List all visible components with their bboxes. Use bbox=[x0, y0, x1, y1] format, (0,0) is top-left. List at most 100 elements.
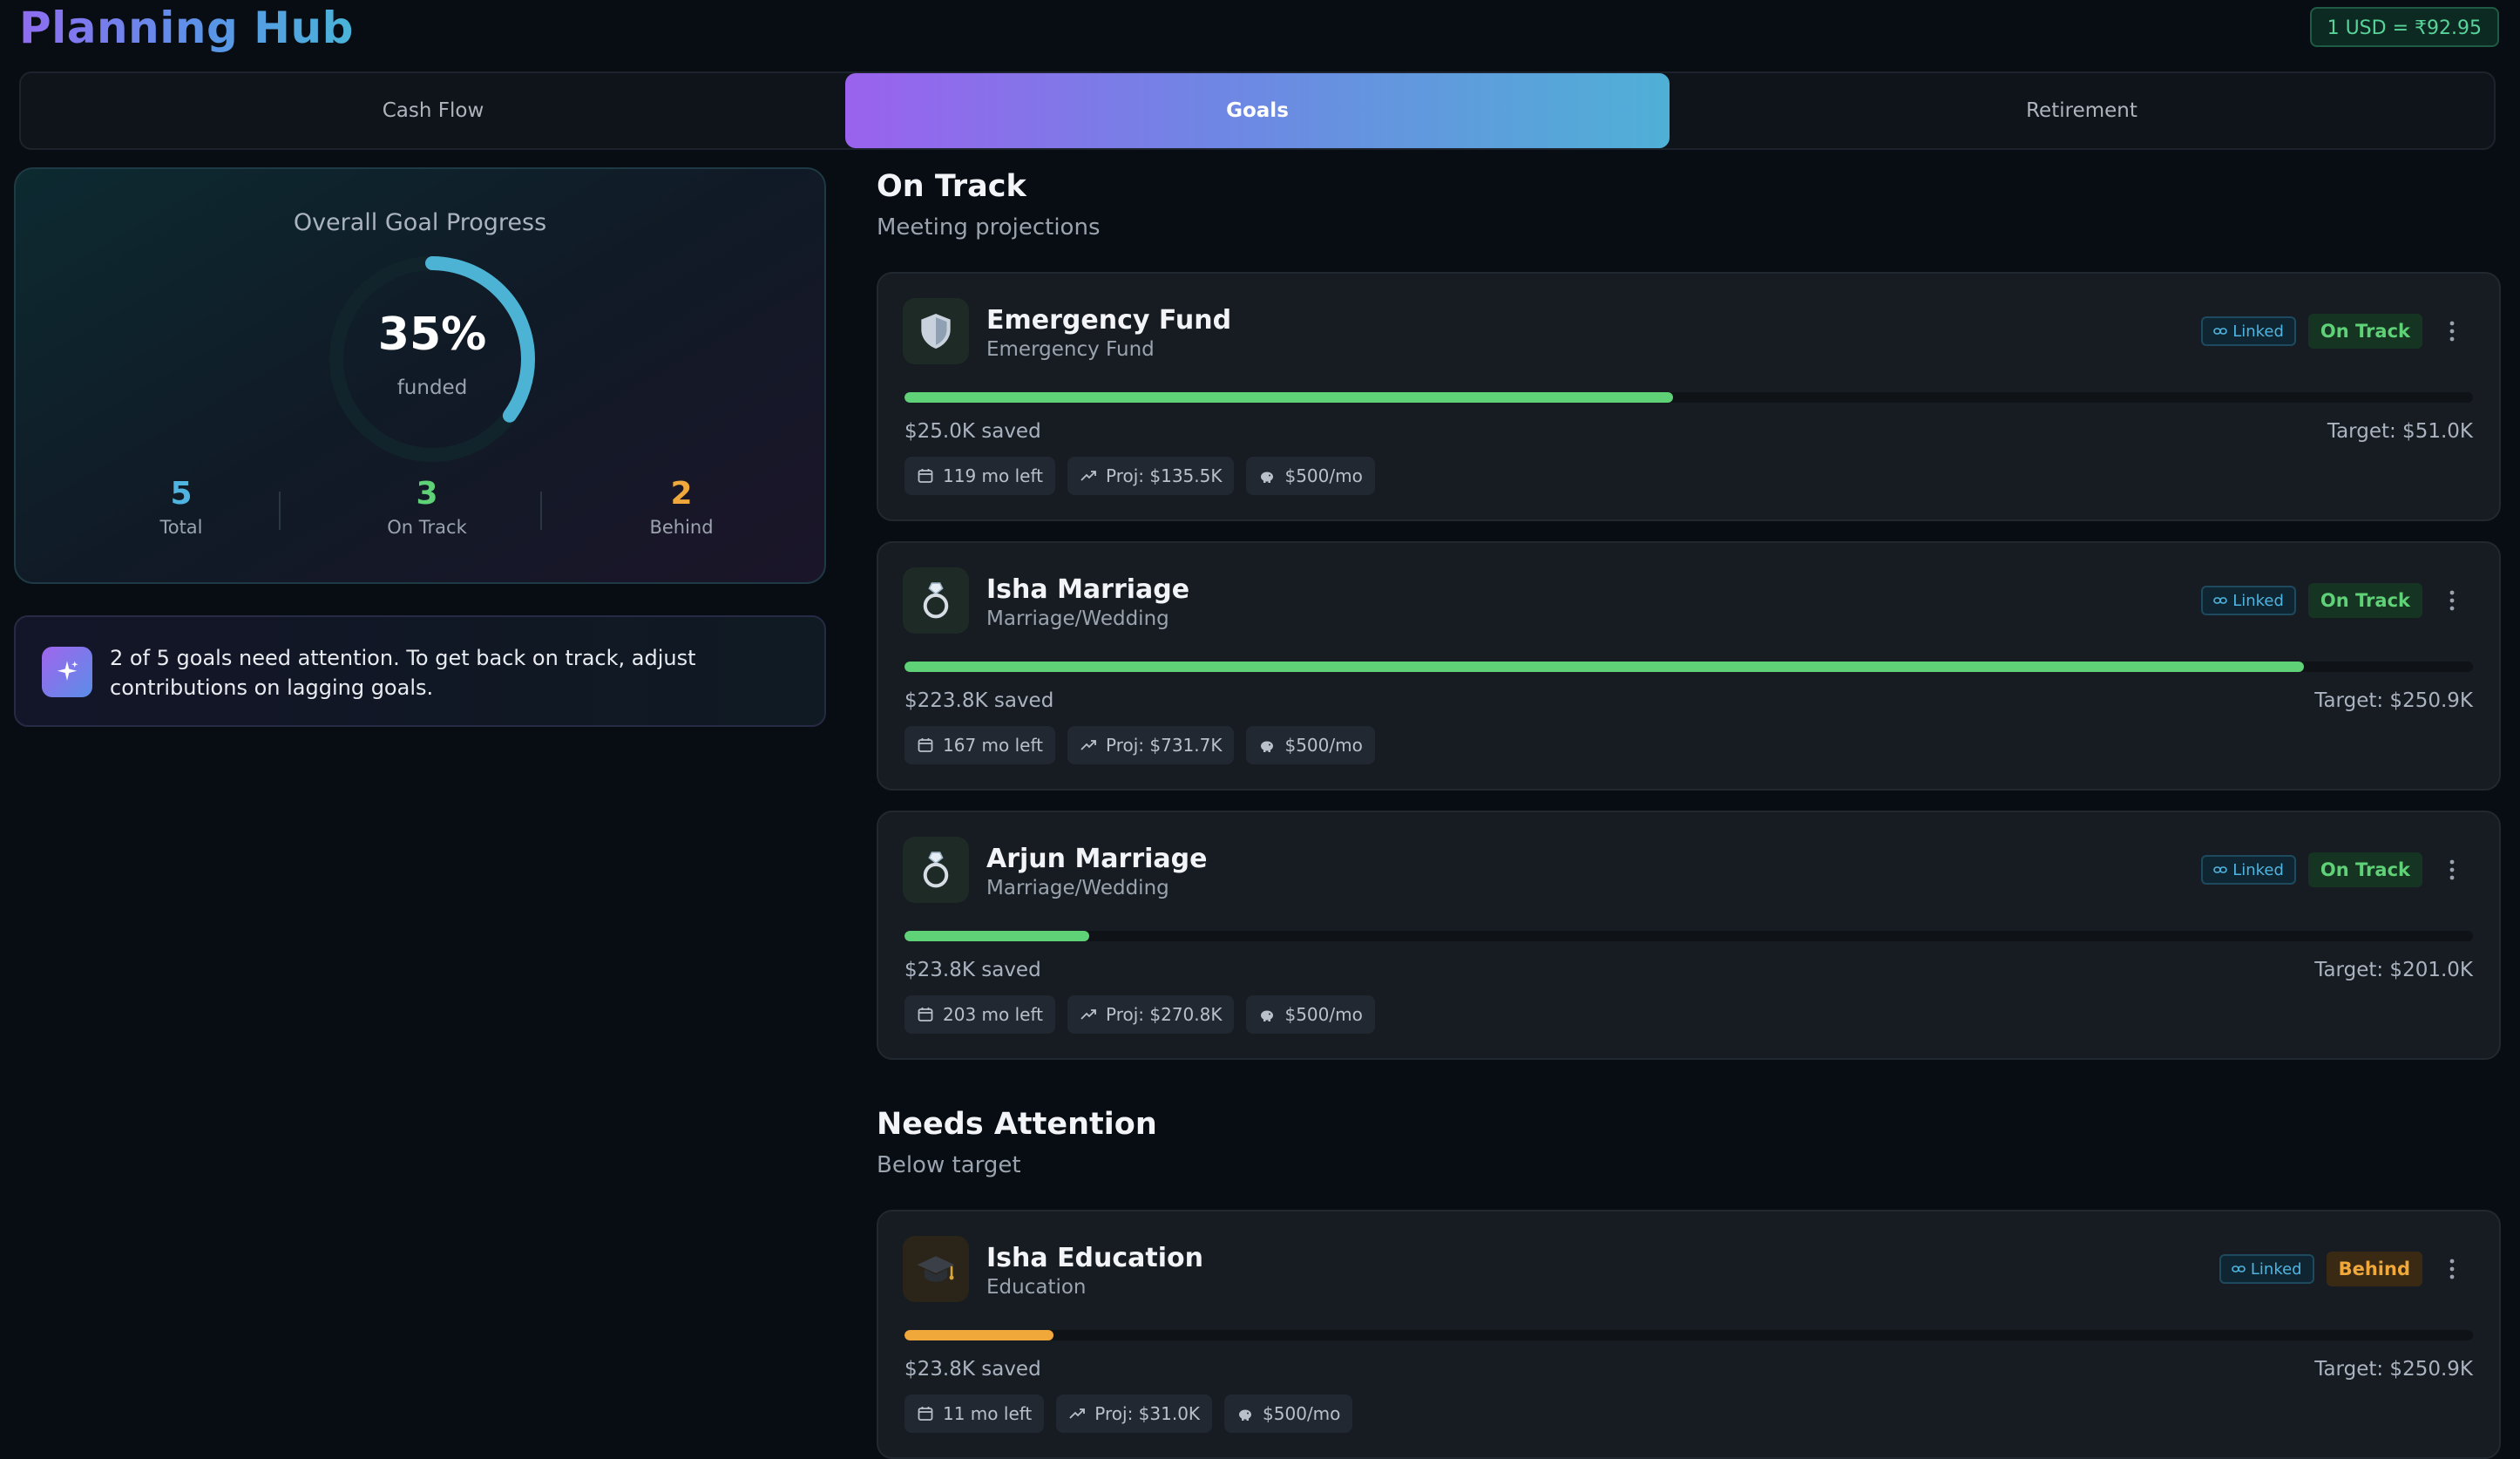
more-options-icon[interactable] bbox=[2435, 314, 2469, 349]
goal-chips: 203 mo left Proj: $270.8K $500/mo bbox=[904, 995, 1375, 1034]
tab-retirement[interactable]: Retirement bbox=[1670, 73, 2494, 148]
monthly-contribution: $500/mo bbox=[1284, 465, 1363, 486]
status-badge: Behind bbox=[2326, 1252, 2422, 1286]
goal-target: Target: $250.9K bbox=[2314, 689, 2473, 712]
monthly-contribution-chip: $500/mo bbox=[1246, 457, 1375, 495]
months-left: 203 mo left bbox=[943, 1004, 1043, 1025]
goal-target: Target: $250.9K bbox=[2314, 1358, 2473, 1381]
goal-actions: Linked Behind bbox=[2219, 1252, 2469, 1286]
goal-name: Emergency Fund bbox=[986, 305, 1232, 336]
stat-on-track: 3 On Track bbox=[340, 476, 514, 538]
ring-icon bbox=[903, 567, 969, 634]
ring-icon bbox=[903, 837, 969, 903]
tab-bar: Cash Flow Goals Retirement bbox=[19, 71, 2496, 150]
goal-chips: 167 mo left Proj: $731.7K $500/mo bbox=[904, 726, 1375, 764]
insight-text: 2 of 5 goals need attention. To get back… bbox=[110, 646, 696, 700]
goal-target: Target: $51.0K bbox=[2327, 420, 2473, 443]
monthly-contribution-chip: $500/mo bbox=[1224, 1395, 1353, 1433]
more-options-icon[interactable] bbox=[2435, 852, 2469, 887]
section-subtitle-needs-attention: Below target bbox=[877, 1152, 1021, 1178]
linked-label: Linked bbox=[2232, 591, 2284, 610]
months-left-chip: 167 mo left bbox=[904, 726, 1055, 764]
calendar-icon bbox=[918, 738, 933, 752]
goal-name: Arjun Marriage bbox=[986, 844, 1208, 874]
trending-up-icon bbox=[1069, 1408, 1086, 1419]
stat-total-label: Total bbox=[159, 517, 203, 538]
goal-progress-bar bbox=[904, 662, 2473, 672]
stat-on-track-value: 3 bbox=[416, 476, 438, 512]
projection: Proj: $31.0K bbox=[1094, 1403, 1201, 1424]
goal-progress-fill bbox=[904, 662, 2304, 672]
linked-label: Linked bbox=[2250, 1259, 2302, 1279]
piggy-bank-icon bbox=[1261, 741, 1274, 752]
linked-badge: Linked bbox=[2219, 1254, 2314, 1284]
goal-progress-bar bbox=[904, 931, 2473, 941]
link-icon bbox=[2213, 866, 2227, 873]
linked-badge: Linked bbox=[2201, 586, 2296, 615]
goal-progress-fill bbox=[904, 1330, 1053, 1340]
goal-category: Education bbox=[986, 1276, 1087, 1299]
stat-behind: 2 Behind bbox=[594, 476, 769, 538]
link-icon bbox=[2232, 1266, 2246, 1272]
trending-up-icon bbox=[1080, 471, 1096, 481]
goal-saved: $23.8K saved bbox=[904, 959, 1041, 981]
sparkle-icon bbox=[42, 647, 92, 697]
monthly-contribution: $500/mo bbox=[1284, 1004, 1363, 1025]
more-options-icon[interactable] bbox=[2435, 1252, 2469, 1286]
goal-name: Isha Marriage bbox=[986, 574, 1190, 605]
calendar-icon bbox=[918, 469, 933, 483]
link-icon bbox=[2213, 328, 2227, 335]
tab-goals[interactable]: Goals bbox=[845, 73, 1670, 148]
app-title: Planning Hub bbox=[19, 0, 354, 56]
stat-on-track-label: On Track bbox=[387, 517, 467, 538]
goal-chips: 11 mo left Proj: $31.0K $500/mo bbox=[904, 1395, 1353, 1433]
linked-label: Linked bbox=[2232, 322, 2284, 341]
goal-category: Emergency Fund bbox=[986, 338, 1155, 361]
stat-behind-value: 2 bbox=[670, 476, 693, 512]
goal-actions: Linked On Track bbox=[2201, 583, 2469, 618]
months-left-chip: 203 mo left bbox=[904, 995, 1055, 1034]
stat-total-value: 5 bbox=[170, 476, 193, 512]
goal-progress-fill bbox=[904, 931, 1090, 941]
linked-badge: Linked bbox=[2201, 855, 2296, 885]
overall-progress-title: Overall Goal Progress bbox=[293, 209, 547, 236]
goal-saved: $23.8K saved bbox=[904, 1358, 1041, 1381]
goal-target: Target: $201.0K bbox=[2314, 959, 2473, 981]
fx-rate-badge: 1 USD = ₹92.95 bbox=[2309, 7, 2499, 47]
goal-category: Marriage/Wedding bbox=[986, 607, 1169, 630]
monthly-contribution-chip: $500/mo bbox=[1246, 995, 1375, 1034]
calendar-icon bbox=[918, 1008, 933, 1021]
linked-label: Linked bbox=[2232, 860, 2284, 879]
projection-chip: Proj: $270.8K bbox=[1067, 995, 1235, 1034]
goal-card[interactable]: Isha Marriage Marriage/Wedding Linked On… bbox=[877, 541, 2501, 791]
tab-cash-flow[interactable]: Cash Flow bbox=[21, 73, 845, 148]
trending-up-icon bbox=[1080, 1009, 1096, 1020]
goal-card[interactable]: Isha Education Education Linked Behind $… bbox=[877, 1210, 2501, 1459]
piggy-bank-icon bbox=[1261, 1010, 1274, 1021]
projection: Proj: $731.7K bbox=[1106, 735, 1223, 756]
status-badge: On Track bbox=[2307, 852, 2422, 887]
stat-divider bbox=[279, 492, 281, 530]
section-title-needs-attention: Needs Attention bbox=[877, 1107, 1157, 1142]
shield-icon bbox=[903, 298, 969, 364]
piggy-bank-icon bbox=[1239, 1409, 1252, 1421]
goal-progress-fill bbox=[904, 392, 1673, 403]
section-subtitle-on-track: Meeting projections bbox=[877, 214, 1101, 241]
more-options-icon[interactable] bbox=[2435, 583, 2469, 618]
goal-saved: $25.0K saved bbox=[904, 420, 1041, 443]
goal-card[interactable]: Emergency Fund Emergency Fund Linked On … bbox=[877, 272, 2501, 521]
overall-progress-card: Overall Goal Progress 35% funded 5 Total… bbox=[14, 167, 826, 584]
goal-chips: 119 mo left Proj: $135.5K $500/mo bbox=[904, 457, 1375, 495]
trending-up-icon bbox=[1080, 740, 1096, 750]
goal-saved: $223.8K saved bbox=[904, 689, 1054, 712]
goal-card[interactable]: Arjun Marriage Marriage/Wedding Linked O… bbox=[877, 811, 2501, 1060]
section-title-on-track: On Track bbox=[877, 169, 1026, 204]
stat-total: 5 Total bbox=[94, 476, 268, 538]
graduation-cap-icon bbox=[903, 1236, 969, 1302]
insight-card: 2 of 5 goals need attention. To get back… bbox=[14, 615, 826, 727]
goal-progress-bar bbox=[904, 392, 2473, 403]
status-badge: On Track bbox=[2307, 314, 2422, 349]
status-badge: On Track bbox=[2307, 583, 2422, 618]
progress-percent: 35% bbox=[377, 309, 487, 361]
monthly-contribution: $500/mo bbox=[1263, 1403, 1341, 1424]
